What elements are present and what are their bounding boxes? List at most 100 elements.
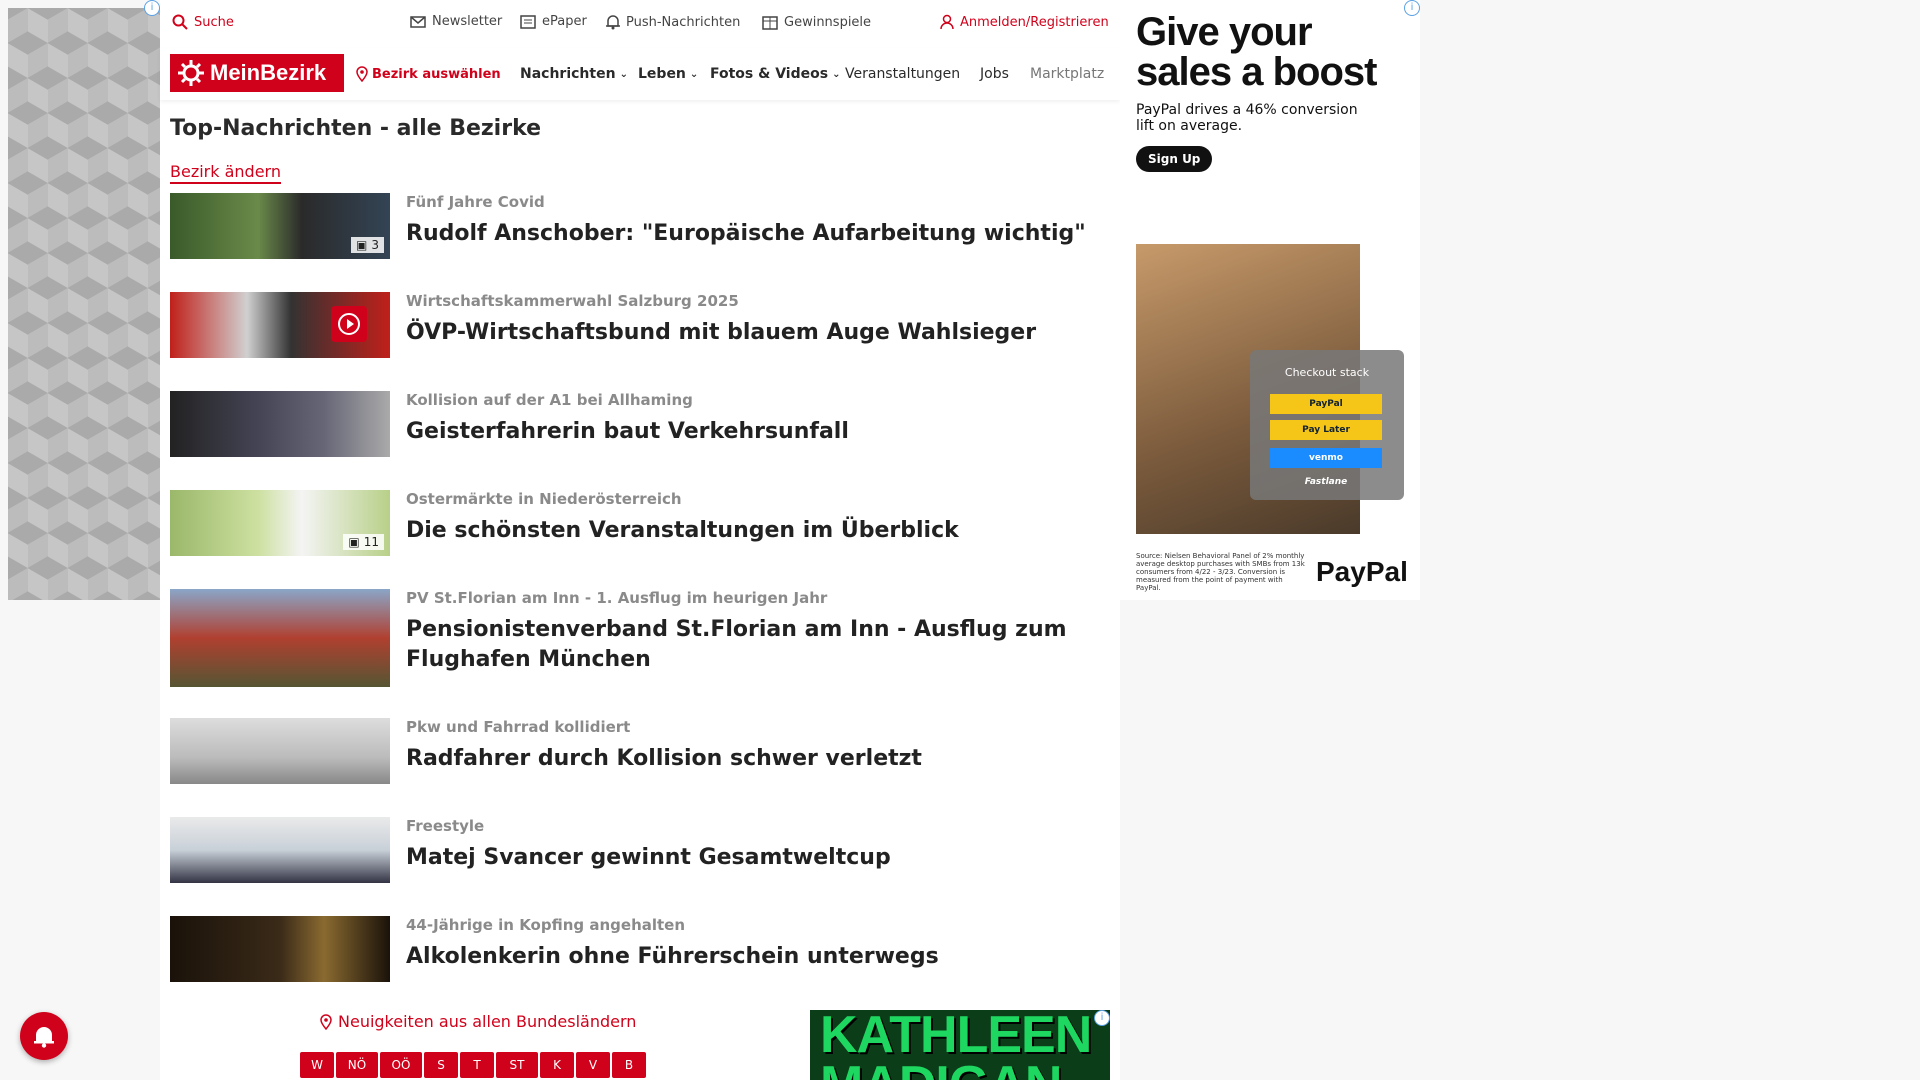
bezirk-select[interactable]: Bezirk auswählen — [356, 66, 501, 82]
ad-choices-icon[interactable]: i — [1404, 0, 1420, 16]
paypal-logo: PayPal — [1316, 556, 1408, 587]
nav-item-label: Marktplatz — [1030, 66, 1105, 82]
article-headline[interactable]: Die schönsten Veranstaltungen im Überbli… — [406, 516, 1106, 546]
article-headline[interactable]: ÖVP-Wirtschaftsbund mit blauem Auge Wahl… — [406, 318, 1106, 348]
newsletter-link[interactable]: Newsletter — [410, 14, 502, 29]
chevron-down-icon: ⌄ — [689, 68, 699, 80]
state-button-v[interactable]: V — [576, 1052, 610, 1078]
article-thumbnail[interactable] — [170, 718, 390, 784]
state-button-w[interactable]: W — [300, 1052, 334, 1078]
nav-item-marktplatz[interactable]: Marktplatz — [1030, 66, 1104, 82]
location-pin-icon — [320, 1013, 332, 1030]
change-bezirk-link[interactable]: Bezirk ändern — [170, 162, 281, 184]
state-button-ooe[interactable]: OÖ — [380, 1052, 422, 1078]
gallery-icon: ▣ — [348, 535, 360, 549]
article-headline[interactable]: Rudolf Anschober: "Europäische Aufarbeit… — [406, 219, 1106, 249]
gallery-count: 3 — [371, 238, 379, 252]
article-headline[interactable]: Alkolenkerin ohne Führerschein unterwegs — [406, 942, 1106, 972]
nav-item-label: Leben — [638, 66, 686, 82]
nav-item-label: Fotos & Videos — [710, 66, 829, 82]
gewinnspiele-link[interactable]: Gewinnspiele — [762, 14, 871, 30]
site-logo[interactable]: MeinBezirk — [170, 54, 344, 92]
push-label: Push-Nachrichten — [626, 14, 741, 30]
checkout-option-fastlane: Fastlane — [1304, 477, 1348, 487]
gift-icon — [762, 16, 778, 30]
login-label: Anmelden/Registrieren — [960, 14, 1109, 30]
left-skyscraper-ad[interactable] — [8, 8, 160, 600]
nav-item-label: Nachrichten — [520, 66, 616, 82]
checkout-option-venmo: venmo — [1270, 448, 1382, 468]
ad-choices-icon[interactable]: i — [1094, 1010, 1110, 1026]
ad-fineprint: Source: Nielsen Behavioral Panel of 2% m… — [1136, 552, 1305, 592]
main-nav: MeinBezirk Bezirk auswählen Nachrichten ⌄… — [160, 48, 1120, 100]
article-kicker: Wirtschaftskammerwahl Salzburg 2025 — [406, 292, 739, 310]
article-kicker: Fünf Jahre Covid — [406, 193, 545, 211]
newspaper-icon — [520, 14, 536, 29]
right-paypal-ad[interactable]: Give your sales a boost PayPal drives a 4… — [1120, 0, 1420, 600]
ad-checkout-card: Checkout stack PayPal Pay Later venmo Fa… — [1250, 350, 1404, 500]
nav-item-leben[interactable]: Leben ⌄ — [638, 66, 698, 82]
article-thumbnail[interactable] — [170, 589, 390, 687]
ad-headline: Give your sales a boost — [1136, 10, 1377, 94]
mail-icon — [410, 15, 426, 28]
notification-bell-button[interactable] — [20, 1012, 68, 1060]
article-thumbnail[interactable] — [170, 391, 390, 457]
play-video-icon[interactable] — [331, 306, 367, 342]
bezirk-label: Bezirk auswählen — [372, 66, 501, 82]
article-kicker: 44-Jährige in Kopfing angehalten — [406, 916, 686, 934]
article-kicker: Kollision auf der A1 bei Allhaming — [406, 391, 693, 409]
nav-item-fotos-videos[interactable]: Fotos & Videos ⌄ — [710, 66, 840, 82]
article-headline[interactable]: Geisterfahrerin baut Verkehrsunfall — [406, 417, 1106, 447]
bottom-ad[interactable]: KATHLEENMADIGAN — [810, 1010, 1110, 1080]
article-thumbnail[interactable] — [170, 292, 390, 358]
nav-item-jobs[interactable]: Jobs — [980, 66, 1009, 82]
article-kicker: Ostermärkte in Niederösterreich — [406, 490, 682, 508]
article-headline[interactable]: Radfahrer durch Kollision schwer verletz… — [406, 744, 1106, 774]
ad-signup-button[interactable]: Sign Up — [1136, 146, 1213, 172]
search-link[interactable]: Suche — [172, 14, 234, 30]
push-link[interactable]: Push-Nachrichten — [606, 14, 740, 30]
page-title: Top-Nachrichten - alle Bezirke — [170, 116, 542, 141]
search-label: Suche — [194, 14, 234, 30]
gallery-icon: ▣ — [356, 238, 368, 252]
utility-bar: Suche Newsletter ePaper Push-Nachrichten… — [160, 0, 1120, 46]
location-pin-icon — [356, 66, 368, 82]
article-headline[interactable]: Pensionistenverband St.Florian am Inn - … — [406, 615, 1106, 675]
checkout-option-paylater: Pay Later — [1270, 420, 1382, 440]
bell-icon — [606, 15, 620, 30]
bottom-ad-text: KATHLEENMADIGAN — [820, 1010, 1092, 1080]
logo-text: MeinBezirk — [210, 60, 327, 85]
search-icon — [172, 14, 188, 30]
article-thumbnail[interactable] — [170, 916, 390, 982]
ad-subtext: PayPal drives a 46% conversion lift on a… — [1136, 102, 1358, 134]
nav-item-nachrichten[interactable]: Nachrichten ⌄ — [520, 66, 628, 82]
bundeslaender-link[interactable]: Neuigkeiten aus allen Bundesländern — [320, 1012, 636, 1031]
checkout-option-paypal: PayPal — [1270, 394, 1382, 414]
state-button-t[interactable]: T — [460, 1052, 494, 1078]
state-button-s[interactable]: S — [424, 1052, 458, 1078]
nav-item-veranstaltungen[interactable]: Veranstaltungen — [845, 66, 960, 82]
user-icon — [940, 14, 954, 30]
state-button-noe[interactable]: NÖ — [336, 1052, 378, 1078]
logo-sun-icon — [178, 60, 204, 86]
ad-info-icon[interactable]: i — [144, 0, 160, 16]
state-button-st[interactable]: ST — [496, 1052, 538, 1078]
gallery-count-badge: ▣ 11 — [343, 534, 384, 550]
article-thumbnail[interactable]: ▣ 3 — [170, 193, 390, 259]
bell-icon — [34, 1027, 54, 1048]
article-thumbnail[interactable]: ▣ 11 — [170, 490, 390, 556]
epaper-label: ePaper — [542, 14, 587, 29]
nav-item-label: Jobs — [980, 66, 1009, 82]
epaper-link[interactable]: ePaper — [520, 14, 587, 29]
nav-item-label: Veranstaltungen — [845, 66, 961, 82]
article-kicker: Pkw und Fahrrad kollidiert — [406, 718, 631, 736]
gewinnspiele-label: Gewinnspiele — [784, 14, 872, 30]
article-kicker: PV St.Florian am Inn - 1. Ausflug im heu… — [406, 589, 828, 607]
state-button-k[interactable]: K — [540, 1052, 574, 1078]
article-thumbnail[interactable] — [170, 817, 390, 883]
article-headline[interactable]: Matej Svancer gewinnt Gesamtweltcup — [406, 843, 1106, 873]
login-link[interactable]: Anmelden/Registrieren — [940, 14, 1109, 30]
checkout-title: Checkout stack — [1284, 366, 1370, 379]
bundeslaender-label: Neuigkeiten aus allen Bundesländern — [338, 1012, 637, 1031]
state-button-b[interactable]: B — [612, 1052, 646, 1078]
